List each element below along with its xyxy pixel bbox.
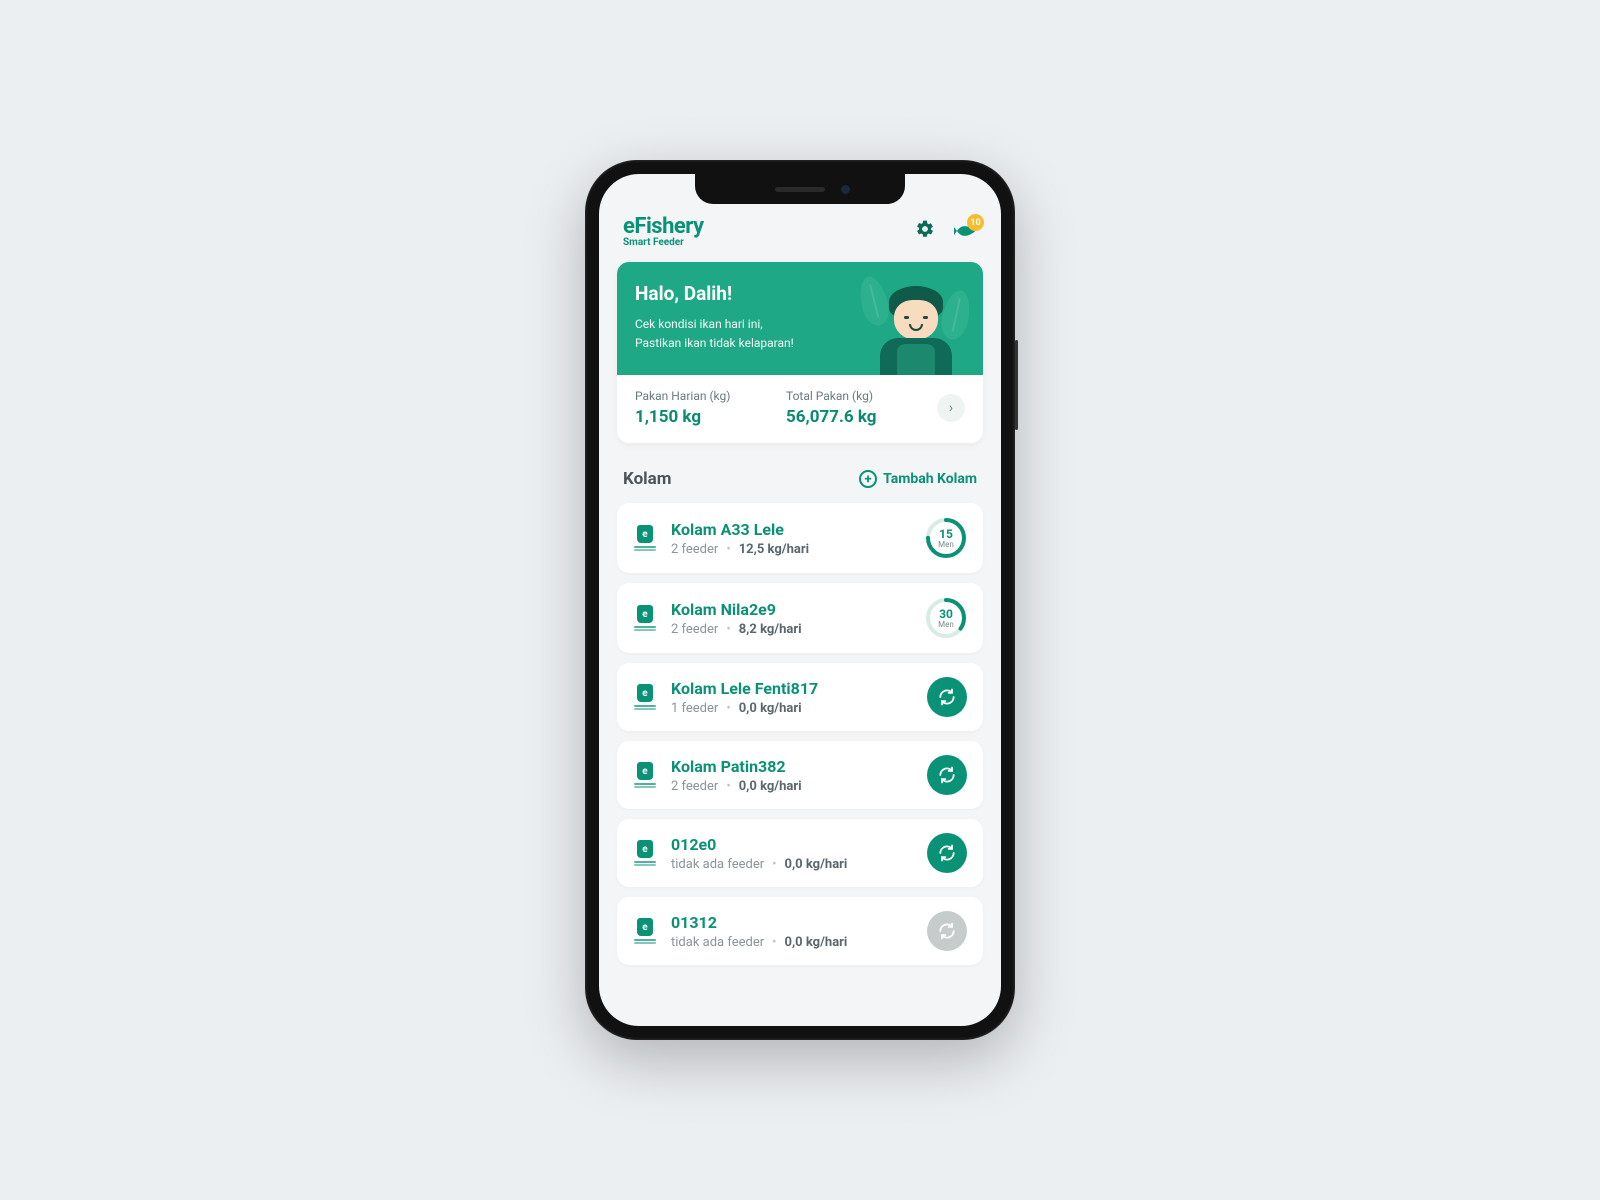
pond-feeder-count: tidak ada feeder [671, 857, 764, 872]
pond-feed-rate: 0,0 kg/hari [785, 935, 848, 950]
sync-button[interactable] [927, 833, 967, 873]
notifications-button[interactable]: 10 [953, 221, 977, 241]
daily-feed-stat: Pakan Harian (kg) 1,150 kg [635, 389, 766, 427]
sync-button[interactable] [927, 755, 967, 795]
add-pond-label: Tambah Kolam [883, 471, 977, 487]
pond-info: Kolam Lele Fenti817 1 feeder • 0,0 kg/ha… [671, 679, 913, 716]
pond-feed-rate: 0,0 kg/hari [739, 701, 802, 716]
feeder-icon: e [633, 762, 657, 788]
timer-unit: Men [938, 621, 954, 629]
sync-button [927, 911, 967, 951]
pond-section-header: Kolam + Tambah Kolam [623, 469, 977, 489]
phone-frame: eFishery Smart Feeder 10 Halo, Dalih! [585, 160, 1015, 1040]
total-feed-value: 56,077.6 kg [786, 407, 917, 427]
app-content: eFishery Smart Feeder 10 Halo, Dalih! [599, 174, 1001, 1026]
pond-name: 012e0 [671, 835, 913, 854]
sync-icon [937, 765, 957, 785]
timer-unit: Men [938, 541, 954, 549]
feeder-icon: e [633, 684, 657, 710]
stats-detail-button[interactable]: › [937, 394, 965, 422]
pond-list: e Kolam A33 Lele 2 feeder • 12,5 kg/hari… [617, 503, 983, 965]
app-logo: eFishery Smart Feeder [623, 214, 704, 248]
hero-greeting: Halo, Dalih! Cek kondisi ikan hari ini, … [617, 262, 983, 375]
pond-feed-rate: 0,0 kg/hari [739, 779, 802, 794]
pond-card[interactable]: e Kolam Lele Fenti817 1 feeder • 0,0 kg/… [617, 663, 983, 731]
pond-card[interactable]: e Kolam Patin382 2 feeder • 0,0 kg/hari [617, 741, 983, 809]
hero-card: Halo, Dalih! Cek kondisi ikan hari ini, … [617, 262, 983, 443]
timer-ring: 15Men [925, 517, 967, 559]
pond-feeder-count: 2 feeder [671, 622, 718, 637]
pond-info: 01312 tidak ada feeder • 0,0 kg/hari [671, 913, 913, 950]
sync-icon [937, 921, 957, 941]
plus-circle-icon: + [859, 470, 877, 488]
pond-card[interactable]: e Kolam A33 Lele 2 feeder • 12,5 kg/hari… [617, 503, 983, 573]
pond-info: 012e0 tidak ada feeder • 0,0 kg/hari [671, 835, 913, 872]
chevron-right-icon: › [949, 400, 953, 416]
pond-card[interactable]: e 012e0 tidak ada feeder • 0,0 kg/hari [617, 819, 983, 887]
stats-row: Pakan Harian (kg) 1,150 kg Total Pakan (… [617, 375, 983, 443]
topbar: eFishery Smart Feeder 10 [617, 204, 983, 262]
pond-card[interactable]: e 01312 tidak ada feeder • 0,0 kg/hari [617, 897, 983, 965]
notch [695, 174, 905, 204]
pond-feed-rate: 0,0 kg/hari [785, 857, 848, 872]
add-pond-button[interactable]: + Tambah Kolam [859, 470, 977, 488]
pond-name: Kolam Patin382 [671, 757, 913, 776]
pond-name: Kolam Lele Fenti817 [671, 679, 913, 698]
feeder-icon: e [633, 605, 657, 631]
logo-subtitle: Smart Feeder [623, 237, 704, 248]
timer-ring: 30Men [925, 597, 967, 639]
sync-icon [937, 687, 957, 707]
daily-feed-value: 1,150 kg [635, 407, 766, 427]
pond-feed-rate: 12,5 kg/hari [739, 542, 809, 557]
pond-name: Kolam Nila2e9 [671, 600, 911, 619]
screen: eFishery Smart Feeder 10 Halo, Dalih! [599, 174, 1001, 1026]
pond-feeder-count: 2 feeder [671, 542, 718, 557]
total-feed-label: Total Pakan (kg) [786, 389, 917, 403]
logo-text: eFishery [623, 214, 704, 239]
pond-card[interactable]: e Kolam Nila2e9 2 feeder • 8,2 kg/hari 3… [617, 583, 983, 653]
timer-value: 30 [939, 608, 953, 620]
sync-icon [937, 843, 957, 863]
notification-badge: 10 [967, 214, 984, 231]
gear-icon [915, 219, 935, 239]
pond-info: Kolam Patin382 2 feeder • 0,0 kg/hari [671, 757, 913, 794]
sync-button[interactable] [927, 677, 967, 717]
feeder-icon: e [633, 525, 657, 551]
pond-info: Kolam Nila2e9 2 feeder • 8,2 kg/hari [671, 600, 911, 637]
pond-info: Kolam A33 Lele 2 feeder • 12,5 kg/hari [671, 520, 911, 557]
total-feed-stat: Total Pakan (kg) 56,077.6 kg [786, 389, 917, 427]
daily-feed-label: Pakan Harian (kg) [635, 389, 766, 403]
pond-name: Kolam A33 Lele [671, 520, 911, 539]
pond-feeder-count: 1 feeder [671, 701, 718, 716]
pond-feeder-count: 2 feeder [671, 779, 718, 794]
farmer-illustration [861, 270, 971, 375]
feeder-icon: e [633, 918, 657, 944]
pond-feeder-count: tidak ada feeder [671, 935, 764, 950]
pond-feed-rate: 8,2 kg/hari [739, 622, 802, 637]
timer-value: 15 [939, 528, 953, 540]
feeder-icon: e [633, 840, 657, 866]
settings-button[interactable] [915, 219, 935, 243]
section-title: Kolam [623, 469, 672, 489]
pond-name: 01312 [671, 913, 913, 932]
